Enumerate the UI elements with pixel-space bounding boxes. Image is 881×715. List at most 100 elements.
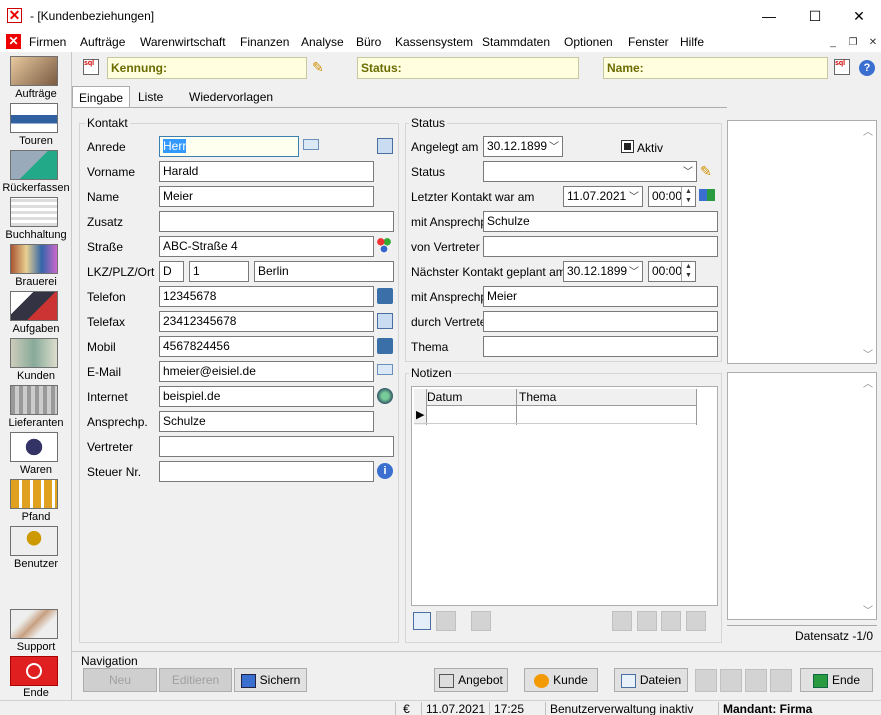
thema-input[interactable] — [483, 336, 718, 357]
tab-wiedervorlagen[interactable]: Wiedervorlagen — [183, 86, 279, 108]
power-icon[interactable] — [10, 656, 58, 686]
tasks-icon[interactable] — [10, 291, 58, 321]
scroll-down-icon[interactable]: ﹀ — [863, 346, 873, 361]
kennung-field[interactable]: Kennung: — [107, 57, 307, 79]
letzter-kontakt-date-picker[interactable]: 11.07.2021 ﹀ — [563, 186, 643, 207]
status-field[interactable]: Status: — [357, 57, 579, 79]
menu-finanzen[interactable]: Finanzen — [240, 35, 289, 49]
globe-icon[interactable] — [377, 388, 393, 404]
strasse-input[interactable]: ABC-Straße 4 — [159, 236, 374, 257]
sidebar-item-touren[interactable]: Touren — [0, 135, 72, 147]
sidebar-item-buchhaltung[interactable]: Buchhaltung — [0, 229, 72, 241]
ansprech2-input[interactable]: Meier — [483, 286, 718, 307]
sidebar-item-kunden[interactable]: Kunden — [0, 370, 72, 382]
right-top-panel[interactable]: ︿ ﹀ — [727, 120, 877, 364]
auftraege-icon[interactable] — [10, 56, 58, 86]
table-row[interactable] — [414, 406, 697, 424]
internet-input[interactable]: beispiel.de — [159, 386, 374, 407]
naechster-kontakt-time-spinner[interactable]: 00:00 ▲ ▼ — [648, 261, 696, 282]
ledger-icon[interactable] — [10, 197, 58, 227]
menu-optionen[interactable]: Optionen — [564, 35, 613, 49]
aktiv-checkbox[interactable] — [621, 140, 634, 153]
handshake-icon[interactable] — [10, 609, 58, 639]
vertreter-input[interactable] — [159, 436, 394, 457]
ort-input[interactable]: Berlin — [254, 261, 394, 282]
naechster-kontakt-date-picker[interactable]: 30.12.1899 ﹀ — [563, 261, 643, 282]
note-button-3[interactable] — [471, 611, 491, 631]
vorname-input[interactable]: Harald — [159, 161, 374, 182]
customers-icon[interactable] — [10, 338, 58, 368]
nav-button-blank-1[interactable] — [695, 669, 717, 692]
phone-icon[interactable] — [377, 288, 393, 304]
col-thema-header[interactable]: Thema — [519, 390, 556, 404]
sql-search-name-icon[interactable]: sql — [834, 59, 850, 75]
note-button-4[interactable] — [612, 611, 632, 631]
sidebar-item-auftraege[interactable]: Aufträge — [0, 88, 72, 100]
zusatz-input[interactable] — [159, 211, 394, 232]
goods-icon[interactable] — [10, 432, 58, 462]
name-field[interactable]: Name: — [603, 57, 828, 79]
sidebar-item-brauerei[interactable]: Brauerei — [0, 276, 72, 288]
neu-button[interactable]: Neu — [83, 668, 157, 692]
ansprech1-input[interactable]: Schulze — [483, 211, 718, 232]
scroll-up-icon[interactable]: ︿ — [863, 375, 873, 390]
lkz-input[interactable]: D — [159, 261, 184, 282]
maximize-button[interactable]: ☐ — [792, 0, 838, 32]
minimize-button[interactable]: — — [746, 0, 792, 32]
scroll-up-icon[interactable]: ︿ — [863, 123, 873, 138]
right-bottom-panel[interactable]: ︿ ﹀ — [727, 372, 877, 620]
send-mail-icon[interactable] — [377, 364, 393, 375]
truck-icon[interactable] — [10, 103, 58, 133]
user-lock-icon[interactable] — [10, 526, 58, 556]
sidebar-item-aufgaben[interactable]: Aufgaben — [0, 323, 72, 335]
sidebar-item-rueckerfassen[interactable]: Rückerfassen — [0, 182, 72, 194]
menu-firmen[interactable]: Firmen — [29, 35, 66, 49]
note-button-2[interactable] — [436, 611, 456, 631]
sql-search-icon[interactable]: sql — [83, 59, 99, 75]
help-icon[interactable]: ? — [859, 60, 875, 76]
crates-icon[interactable] — [10, 479, 58, 509]
note-button-5[interactable] — [637, 611, 657, 631]
telefax-input[interactable]: 23412345678 — [159, 311, 374, 332]
anrede-input[interactable]: Herr — [159, 136, 299, 157]
mdi-restore-button[interactable]: ❐ — [846, 36, 860, 50]
menu-hilfe[interactable]: Hilfe — [680, 35, 704, 49]
mobile-phone-icon[interactable] — [377, 338, 393, 354]
suppliers-icon[interactable] — [10, 385, 58, 415]
menu-auftraege[interactable]: Aufträge — [80, 35, 125, 49]
telefon-input[interactable]: 12345678 — [159, 286, 374, 307]
nav-button-blank-3[interactable] — [745, 669, 767, 692]
sidebar-item-pfand[interactable]: Pfand — [0, 511, 72, 523]
editieren-button[interactable]: Editieren — [159, 668, 232, 692]
name-input[interactable]: Meier — [159, 186, 374, 207]
nav-button-blank-4[interactable] — [770, 669, 792, 692]
ende-button[interactable]: Ende — [800, 668, 873, 692]
note-button-7[interactable] — [686, 611, 706, 631]
angebot-button[interactable]: Angebot — [434, 668, 508, 692]
letzter-kontakt-time-spinner[interactable]: 00:00 ▲ ▼ — [648, 186, 696, 207]
close-button[interactable]: ✕ — [836, 0, 881, 32]
sidebar-item-lieferanten[interactable]: Lieferanten — [0, 417, 72, 429]
mobil-input[interactable]: 4567824456 — [159, 336, 374, 357]
add-note-icon[interactable] — [413, 612, 431, 630]
menu-kassensystem[interactable]: Kassensystem — [395, 35, 473, 49]
email-input[interactable]: hmeier@eisiel.de — [159, 361, 374, 382]
angelegt-date-picker[interactable]: 30.12.1899 ﹀ — [483, 136, 563, 157]
ansprechpartner-input[interactable]: Schulze — [159, 411, 374, 432]
kunde-button[interactable]: Kunde — [524, 668, 598, 692]
sidebar-item-ende[interactable]: Ende — [0, 687, 72, 699]
pencil-icon[interactable]: ✎ — [700, 163, 716, 179]
menu-buero[interactable]: Büro — [356, 35, 381, 49]
tab-eingabe[interactable]: Eingabe — [72, 86, 131, 108]
dateien-button[interactable]: Dateien — [614, 668, 688, 692]
fax-icon[interactable] — [377, 313, 393, 329]
envelope-icon[interactable] — [303, 139, 319, 150]
steuer-nr-input[interactable] — [159, 461, 374, 482]
notizen-grid[interactable]: Datum Thema ▶ — [411, 386, 718, 606]
copy-icon[interactable] — [377, 138, 393, 154]
mdi-close-button[interactable]: ✕ — [866, 36, 880, 50]
sidebar-item-benutzer[interactable]: Benutzer — [0, 558, 72, 570]
brewery-icon[interactable] — [10, 244, 58, 274]
spinner-arrows[interactable]: ▲ ▼ — [681, 187, 695, 206]
vertreter1-input[interactable] — [483, 236, 718, 257]
